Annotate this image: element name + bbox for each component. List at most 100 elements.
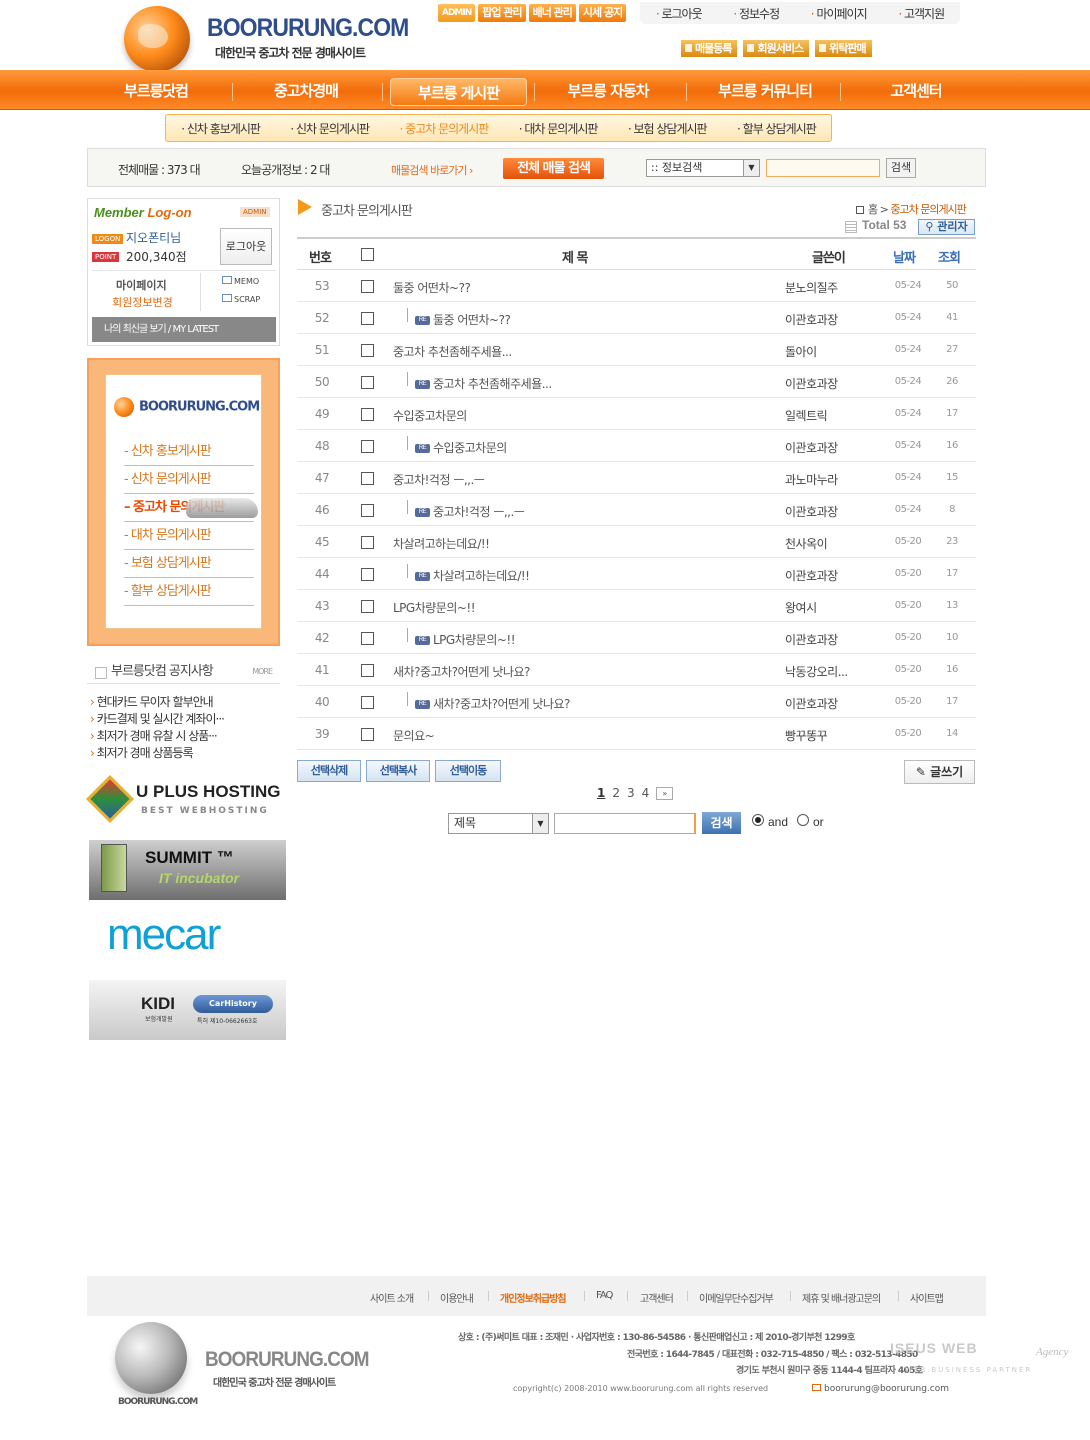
side-menu-used-inquiry[interactable]: – 중고차 문의게시판 bbox=[124, 494, 258, 522]
table-row[interactable]: 50 RE 중고차 추천좀해주세욜... 이관호과장 05-24 26 bbox=[297, 366, 976, 398]
nav-customer-center[interactable]: 고객센터 bbox=[866, 70, 966, 110]
table-row[interactable]: 46 RE 중고차!걱정 ㅡ,,.ㅡ 이관호과장 05-24 8 bbox=[297, 494, 976, 526]
subnav-used-inquiry[interactable]: 중고차 문의게시판 bbox=[400, 120, 489, 137]
subnav-new-inquiry[interactable]: 신차 문의게시판 bbox=[290, 120, 370, 137]
nav-cars[interactable]: 부르릉 자동차 bbox=[552, 70, 664, 110]
footer-faq-link[interactable]: FAQ bbox=[596, 1290, 613, 1301]
row-subject-link[interactable]: LPG차량문의~!! bbox=[393, 599, 476, 616]
logo-globe-icon[interactable] bbox=[124, 6, 190, 72]
row-subject-link[interactable]: RE 수입중고차문의 bbox=[415, 439, 507, 456]
side-menu-insurance[interactable]: - 보험 상담게시판 bbox=[124, 550, 254, 578]
banner-manage-button[interactable]: 배너 관리 bbox=[528, 4, 576, 22]
notice-item[interactable]: 카드결제 및 실시간 계좌이··· bbox=[90, 711, 225, 728]
row-checkbox[interactable] bbox=[361, 440, 374, 453]
row-subject-link[interactable]: RE LPG차량문의~!! bbox=[415, 631, 516, 648]
notice-more-link[interactable]: MORE bbox=[252, 660, 273, 684]
row-checkbox[interactable] bbox=[361, 312, 374, 325]
row-subject-link[interactable]: RE 새차?중고차?어떤게 낫나요? bbox=[415, 695, 570, 712]
nav-boorurung[interactable]: 부르릉닷컴 bbox=[104, 70, 208, 110]
notice-item[interactable]: 현대카드 무이자 할부안내 bbox=[90, 694, 224, 711]
edit-member-link[interactable]: 회원정보변경 bbox=[112, 294, 173, 310]
row-writer[interactable]: 이관호과장 bbox=[785, 503, 869, 520]
mypage-link[interactable]: 마이페이지 bbox=[116, 277, 167, 293]
table-row[interactable]: 40 RE 새차?중고차?어떤게 낫나요? 이관호과장 05-20 17 bbox=[297, 686, 976, 718]
board-search-field-select[interactable]: 제목 ▼ bbox=[448, 813, 549, 834]
footer-guide-link[interactable]: 이용안내 bbox=[440, 1290, 474, 1305]
row-subject-link[interactable]: 새차?중고차?어떤게 낫나요? bbox=[393, 663, 530, 680]
row-checkbox[interactable] bbox=[361, 696, 374, 709]
subnav-lease-inquiry[interactable]: 대차 문의게시판 bbox=[519, 120, 598, 137]
delete-selected-button[interactable]: 선택삭제 bbox=[297, 760, 361, 782]
board-search-input[interactable] bbox=[554, 813, 696, 834]
row-writer[interactable]: 천사옥이 bbox=[785, 535, 869, 552]
uplus-hosting-banner[interactable]: U PLUS HOSTING BEST WEBHOSTING bbox=[85, 772, 286, 832]
row-subject-link[interactable]: RE 둘중 어떤차~?? bbox=[415, 311, 511, 328]
row-checkbox[interactable] bbox=[361, 664, 374, 677]
row-checkbox[interactable] bbox=[361, 568, 374, 581]
table-row[interactable]: 47 중고차!걱정 ㅡ,,.ㅡ 과노마누라 05-24 15 bbox=[297, 462, 976, 494]
support-link[interactable]: 고객지원 bbox=[898, 5, 945, 22]
edit-info-link[interactable]: 정보수정 bbox=[733, 5, 780, 22]
table-row[interactable]: 44 RE 차살려고하는데요/!! 이관호과장 05-20 17 bbox=[297, 558, 976, 590]
side-menu-installment[interactable]: - 할부 상담게시판 bbox=[124, 578, 254, 606]
row-subject-link[interactable]: 문의요~ bbox=[393, 727, 435, 744]
mecar-banner[interactable]: mecar bbox=[89, 906, 286, 966]
footer-privacy-link[interactable]: 개인정보취급방침 bbox=[500, 1290, 567, 1305]
table-row[interactable]: 52 RE 둘중 어떤차~?? 이관호과장 05-24 41 bbox=[297, 302, 976, 334]
side-menu-lease-inquiry[interactable]: - 대차 문의게시판 bbox=[124, 522, 254, 550]
and-radio[interactable] bbox=[752, 814, 764, 826]
table-row[interactable]: 53 둘중 어떤차~?? 분노의질주 05-24 50 bbox=[297, 270, 976, 302]
row-checkbox[interactable] bbox=[361, 376, 374, 389]
admin-badge[interactable]: ADMIN bbox=[240, 207, 270, 217]
board-admin-button[interactable]: ⚲ 관리자 bbox=[918, 219, 975, 235]
logout-link[interactable]: 로그아웃 bbox=[656, 5, 702, 22]
page-link[interactable]: 1 bbox=[597, 786, 605, 800]
row-checkbox[interactable] bbox=[361, 632, 374, 645]
row-subject-link[interactable]: 수입중고차문의 bbox=[393, 407, 467, 424]
mypage-link[interactable]: 마이페이지 bbox=[811, 5, 867, 22]
row-checkbox[interactable] bbox=[361, 344, 374, 357]
kidi-carhistory-banner[interactable]: KIDI 보험개발원 CarHistory 특허 제10-0662663호 bbox=[89, 980, 286, 1040]
row-writer[interactable]: 분노의질주 bbox=[785, 279, 869, 296]
table-row[interactable]: 41 새차?중고차?어떤게 낫나요? 낙동강오리... 05-20 16 bbox=[297, 654, 976, 686]
admin-button[interactable]: ADMIN bbox=[438, 4, 476, 22]
row-subject-link[interactable]: 차살려고하는데요/!! bbox=[393, 535, 490, 552]
nav-community[interactable]: 부르릉 커뮤니티 bbox=[700, 70, 830, 110]
select-all-checkbox[interactable] bbox=[361, 248, 374, 261]
row-checkbox[interactable] bbox=[361, 504, 374, 517]
table-row[interactable]: 48 RE 수입중고차문의 이관호과장 05-24 16 bbox=[297, 430, 976, 462]
copy-selected-button[interactable]: 선택복사 bbox=[366, 760, 430, 782]
scrap-link[interactable]: SCRAP bbox=[222, 294, 260, 304]
price-notice-button[interactable]: 시세 공지 bbox=[578, 4, 627, 22]
row-checkbox[interactable] bbox=[361, 536, 374, 549]
row-checkbox[interactable] bbox=[361, 280, 374, 293]
footer-partnership-link[interactable]: 제휴 및 배너광고문의 bbox=[802, 1290, 881, 1305]
row-checkbox[interactable] bbox=[361, 728, 374, 741]
memo-link[interactable]: MEMO bbox=[222, 276, 259, 286]
row-writer[interactable]: 이관호과장 bbox=[785, 311, 869, 328]
row-writer[interactable]: 빵꾸똥꾸 bbox=[785, 727, 869, 744]
table-row[interactable]: 42 RE LPG차량문의~!! 이관호과장 05-20 10 bbox=[297, 622, 976, 654]
row-checkbox[interactable] bbox=[361, 600, 374, 613]
row-writer[interactable]: 이관호과장 bbox=[785, 439, 869, 456]
info-search-select[interactable]: :: 정보검색 ▼ bbox=[646, 159, 760, 177]
all-listing-search-button[interactable]: 전체 매물 검색 bbox=[503, 158, 604, 179]
header-date[interactable]: 날짜 bbox=[893, 247, 916, 266]
row-subject-link[interactable]: 둘중 어떤차~?? bbox=[393, 279, 471, 296]
row-subject-link[interactable]: RE 차살려고하는데요/!! bbox=[415, 567, 530, 584]
row-writer[interactable]: 과노마누라 bbox=[785, 471, 869, 488]
consign-sale-button[interactable]: 위탁판매 bbox=[815, 40, 872, 57]
logout-button[interactable]: 로그아웃 bbox=[220, 228, 272, 265]
footer-sitemap-link[interactable]: 사이트맵 bbox=[910, 1290, 944, 1305]
or-radio[interactable] bbox=[797, 814, 809, 826]
board-search-button[interactable]: 검색 bbox=[702, 812, 741, 834]
subnav-new-promo[interactable]: 신차 홍보게시판 bbox=[181, 120, 261, 137]
footer-email-refuse-link[interactable]: 이메일무단수집거부 bbox=[699, 1290, 774, 1305]
row-subject-link[interactable]: 중고차!걱정 ㅡ,,.ㅡ bbox=[393, 471, 485, 488]
row-writer[interactable]: 일렉트릭 bbox=[785, 407, 869, 424]
write-button[interactable]: ✎ 글쓰기 bbox=[904, 760, 975, 784]
register-listing-button[interactable]: 매물등록 bbox=[681, 40, 738, 57]
side-menu-new-promo[interactable]: - 신차 홍보게시판 bbox=[124, 438, 254, 466]
notice-item[interactable]: 최저가 경매 유찰 시 상품··· bbox=[90, 728, 224, 745]
next-page-icon[interactable]: » bbox=[656, 786, 674, 800]
